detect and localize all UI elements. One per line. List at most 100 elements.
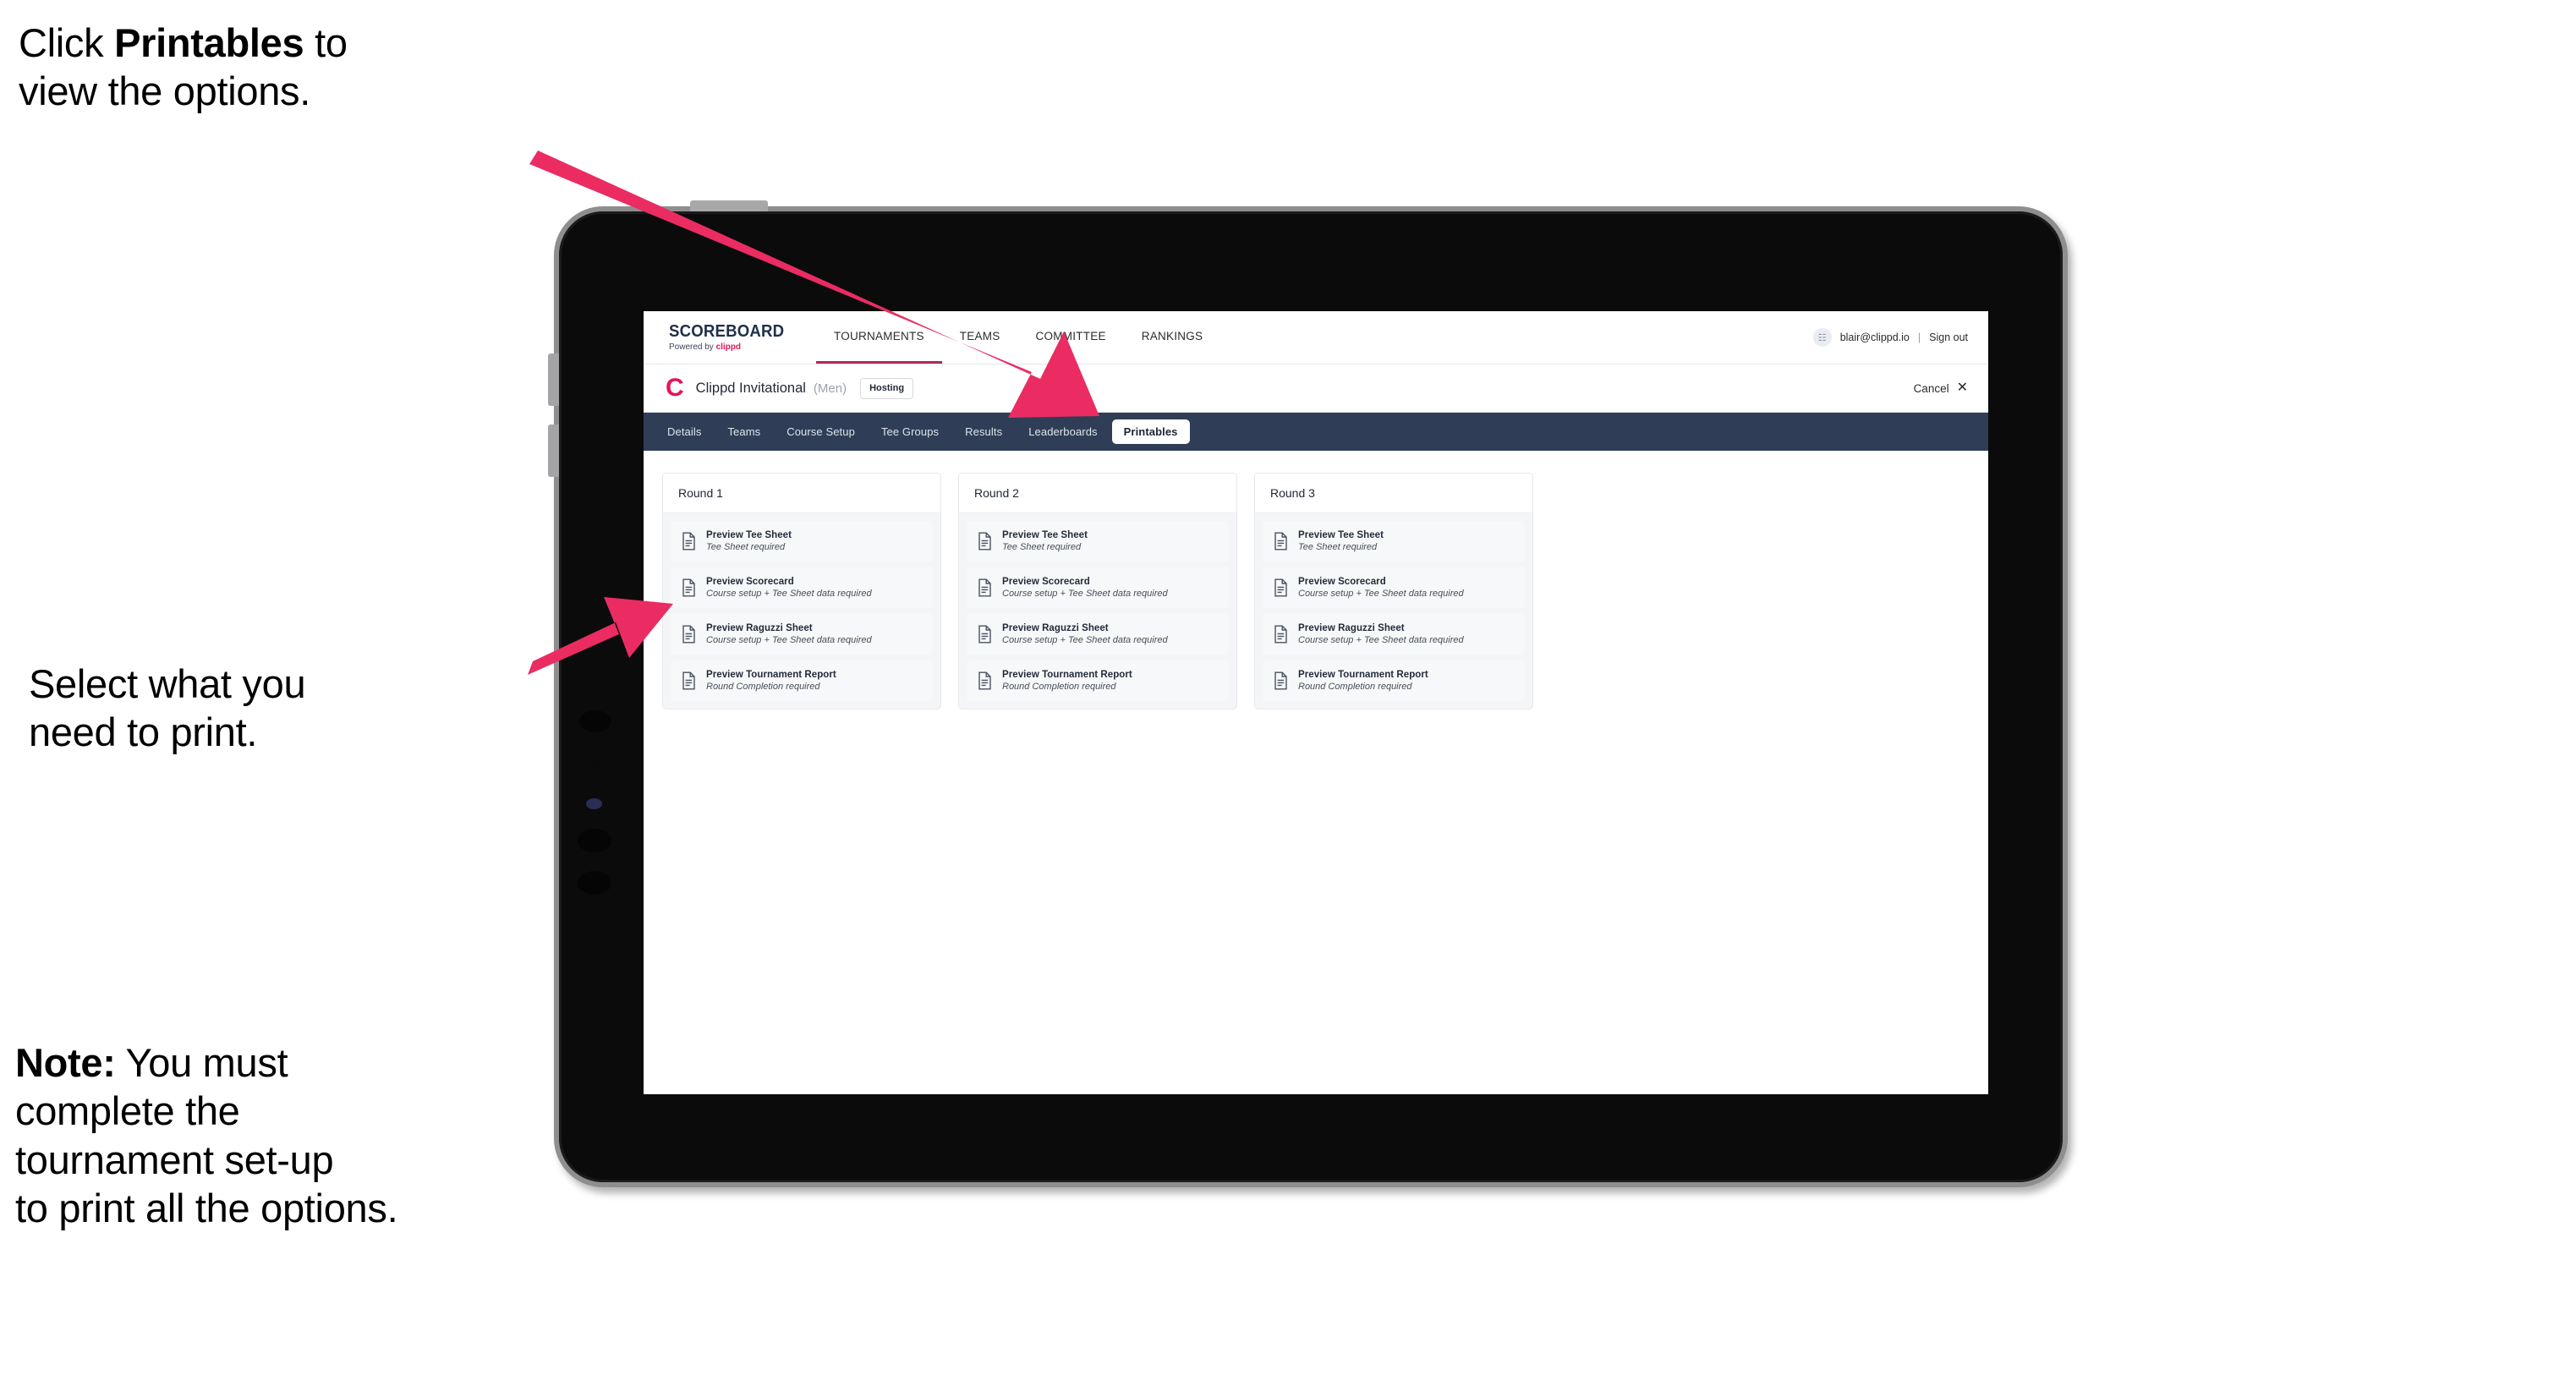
- printable-text: Preview Tee Sheet Tee Sheet required: [1002, 530, 1088, 552]
- document-icon: [1273, 671, 1289, 690]
- printable-text: Preview Scorecard Course setup + Tee She…: [1298, 577, 1464, 599]
- document-icon: [1273, 532, 1289, 551]
- round-header: Round 1: [663, 474, 940, 513]
- printable-text: Preview Scorecard Course setup + Tee She…: [706, 577, 872, 599]
- printable-requirement: Course setup + Tee Sheet data required: [1298, 635, 1464, 645]
- printable-row-raguzzi-sheet[interactable]: Preview Raguzzi Sheet Course setup + Tee…: [671, 614, 933, 655]
- tournament-header: C Clippd Invitational (Men) Hosting Canc…: [644, 364, 1988, 413]
- printable-requirement: Round Completion required: [1298, 682, 1412, 692]
- nav-item-committee[interactable]: COMMITTEE: [1018, 311, 1124, 364]
- tab-course-setup[interactable]: Course Setup: [775, 419, 867, 444]
- printable-title: Preview Tournament Report: [706, 670, 836, 680]
- printable-text: Preview Raguzzi Sheet Course setup + Tee…: [706, 623, 872, 645]
- document-icon: [977, 532, 993, 551]
- printable-title: Preview Scorecard: [1298, 577, 1386, 587]
- avatar[interactable]: ☷: [1812, 328, 1832, 347]
- printable-title: Preview Tournament Report: [1002, 670, 1132, 680]
- printable-row-tee-sheet[interactable]: Preview Tee Sheet Tee Sheet required: [1263, 521, 1525, 562]
- nav-item-rankings[interactable]: RANKINGS: [1124, 311, 1221, 364]
- printable-row-scorecard[interactable]: Preview Scorecard Course setup + Tee She…: [967, 567, 1229, 608]
- close-icon: ✕: [1956, 381, 1968, 395]
- round-column: Round 3 Preview Tee Sheet Tee Sheet requ…: [1254, 473, 1533, 709]
- printable-title: Preview Raguzzi Sheet: [1298, 623, 1405, 633]
- tab-results[interactable]: Results: [953, 419, 1014, 444]
- printable-row-scorecard[interactable]: Preview Scorecard Course setup + Tee She…: [1263, 567, 1525, 608]
- printable-requirement: Round Completion required: [1002, 682, 1116, 692]
- annotation-emphasis: Printables: [114, 20, 304, 65]
- printable-requirement: Course setup + Tee Sheet data required: [706, 635, 872, 645]
- brand-logo[interactable]: SCOREBOARD Powered by clippd: [644, 311, 816, 364]
- account-separator: |: [1917, 331, 1921, 343]
- document-icon: [977, 625, 993, 644]
- printable-requirement: Tee Sheet required: [706, 542, 786, 552]
- clippd-logo-icon: C: [666, 374, 684, 402]
- printable-text: Preview Raguzzi Sheet Course setup + Tee…: [1002, 623, 1168, 645]
- round-items: Preview Tee Sheet Tee Sheet required Pre…: [663, 513, 940, 709]
- printable-requirement: Tee Sheet required: [1002, 542, 1082, 552]
- tablet-sensor-dot: [578, 829, 611, 852]
- printable-title: Preview Raguzzi Sheet: [706, 623, 813, 633]
- tournament-gender: (Men): [813, 381, 847, 396]
- printable-title: Preview Scorecard: [706, 577, 794, 587]
- printable-title: Preview Scorecard: [1002, 577, 1090, 587]
- tab-details[interactable]: Details: [655, 419, 713, 444]
- tab-tee-groups[interactable]: Tee Groups: [869, 419, 951, 444]
- primary-nav: TOURNAMENTS TEAMS COMMITTEE RANKINGS: [816, 311, 1220, 364]
- printable-row-raguzzi-sheet[interactable]: Preview Raguzzi Sheet Course setup + Tee…: [1263, 614, 1525, 655]
- printable-requirement: Course setup + Tee Sheet data required: [1298, 589, 1464, 599]
- tournament-name: Clippd Invitational: [695, 380, 806, 396]
- printables-panel: Round 1 Preview Tee Sheet Tee Sheet requ…: [644, 451, 1988, 709]
- printable-text: Preview Scorecard Course setup + Tee She…: [1002, 577, 1168, 599]
- printable-row-tee-sheet[interactable]: Preview Tee Sheet Tee Sheet required: [967, 521, 1229, 562]
- round-items: Preview Tee Sheet Tee Sheet required Pre…: [1255, 513, 1532, 709]
- tournament-tabs: Details Teams Course Setup Tee Groups Re…: [644, 413, 1988, 451]
- user-email: blair@clippd.io: [1839, 331, 1910, 343]
- brand-tagline: Powered by clippd: [669, 343, 796, 352]
- printable-row-tournament-report[interactable]: Preview Tournament Report Round Completi…: [1263, 660, 1525, 701]
- tablet-volume-down-button[interactable]: [548, 425, 559, 477]
- document-icon: [681, 625, 697, 644]
- tab-leaderboards[interactable]: Leaderboards: [1017, 419, 1109, 444]
- tablet-volume-up-button[interactable]: [548, 353, 559, 406]
- tablet-sensor-dot: [591, 761, 599, 769]
- printable-text: Preview Tournament Report Round Completi…: [1002, 670, 1132, 692]
- nav-item-teams[interactable]: TEAMS: [942, 311, 1018, 364]
- printable-row-raguzzi-sheet[interactable]: Preview Raguzzi Sheet Course setup + Tee…: [967, 614, 1229, 655]
- printable-requirement: Course setup + Tee Sheet data required: [1002, 635, 1168, 645]
- cancel-button[interactable]: Cancel ✕: [1914, 381, 1968, 395]
- printable-row-tournament-report[interactable]: Preview Tournament Report Round Completi…: [967, 660, 1229, 701]
- tablet-device-frame: SCOREBOARD Powered by clippd TOURNAMENTS…: [548, 200, 2068, 1187]
- printable-requirement: Course setup + Tee Sheet data required: [706, 589, 872, 599]
- document-icon: [1273, 578, 1289, 597]
- document-icon: [681, 578, 697, 597]
- tab-printables[interactable]: Printables: [1111, 419, 1190, 444]
- printable-requirement: Tee Sheet required: [1298, 542, 1378, 552]
- brand-tagline-clippd: clippd: [715, 342, 742, 352]
- round-items: Preview Tee Sheet Tee Sheet required Pre…: [959, 513, 1236, 709]
- round-column: Round 1 Preview Tee Sheet Tee Sheet requ…: [662, 473, 941, 709]
- sign-out-link[interactable]: Sign out: [1929, 331, 1968, 343]
- printable-row-tee-sheet[interactable]: Preview Tee Sheet Tee Sheet required: [671, 521, 933, 562]
- tablet-sensor-dot: [579, 710, 611, 732]
- printable-text: Preview Tee Sheet Tee Sheet required: [706, 530, 792, 552]
- printable-row-tournament-report[interactable]: Preview Tournament Report Round Completi…: [671, 660, 933, 701]
- printable-title: Preview Raguzzi Sheet: [1002, 623, 1109, 633]
- document-icon: [681, 671, 697, 690]
- brand-title: SCOREBOARD: [669, 322, 785, 341]
- status-badge-hosting: Hosting: [860, 377, 914, 399]
- printable-title: Preview Tournament Report: [1298, 670, 1428, 680]
- document-icon: [977, 578, 993, 597]
- round-header: Round 2: [959, 474, 1236, 513]
- app-header: SCOREBOARD Powered by clippd TOURNAMENTS…: [644, 311, 1988, 364]
- printable-text: Preview Tee Sheet Tee Sheet required: [1298, 530, 1384, 552]
- tab-teams[interactable]: Teams: [715, 419, 772, 444]
- round-column: Round 2 Preview Tee Sheet Tee Sheet requ…: [958, 473, 1237, 709]
- printable-text: Preview Raguzzi Sheet Course setup + Tee…: [1298, 623, 1464, 645]
- printable-requirement: Course setup + Tee Sheet data required: [1002, 589, 1168, 599]
- cancel-label: Cancel: [1913, 381, 1949, 395]
- account-area: ☷ blair@clippd.io | Sign out: [1812, 311, 1988, 364]
- nav-item-tournaments[interactable]: TOURNAMENTS: [816, 311, 942, 364]
- printable-text: Preview Tournament Report Round Completi…: [1298, 670, 1428, 692]
- tablet-power-button[interactable]: [690, 200, 768, 211]
- printable-row-scorecard[interactable]: Preview Scorecard Course setup + Tee She…: [671, 567, 933, 608]
